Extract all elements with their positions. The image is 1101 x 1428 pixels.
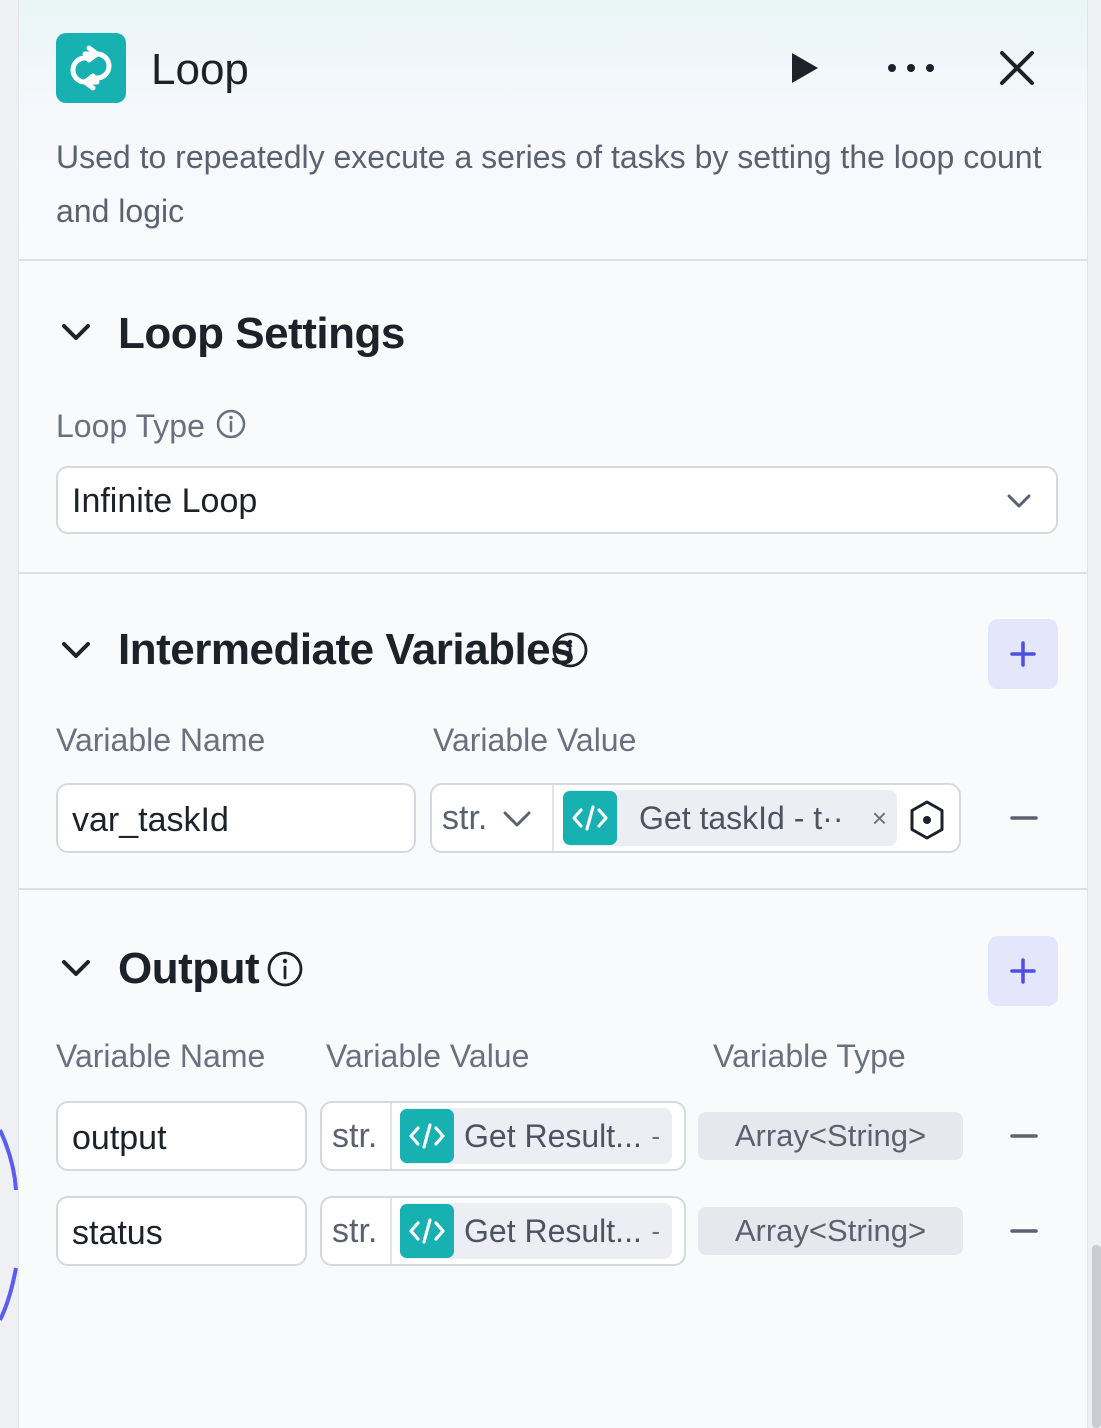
close-icon bbox=[1000, 51, 1034, 85]
variable-picker-icon[interactable] bbox=[906, 799, 948, 841]
remove-output-button[interactable] bbox=[1004, 1211, 1044, 1251]
value-type-text: str. bbox=[332, 1212, 378, 1250]
play-icon bbox=[792, 53, 818, 83]
value-type-text: str. bbox=[442, 799, 488, 837]
value-type-select[interactable]: str. bbox=[322, 1198, 392, 1264]
output-name-input[interactable]: status bbox=[56, 1196, 307, 1266]
info-icon[interactable] bbox=[551, 631, 589, 669]
reference-chip[interactable]: Get taskId - t·· × bbox=[563, 790, 897, 846]
clear-reference-button[interactable]: × bbox=[872, 803, 887, 834]
value-type-select[interactable]: str. bbox=[432, 785, 554, 851]
collapse-chevron-icon[interactable] bbox=[58, 632, 94, 668]
close-button[interactable] bbox=[987, 38, 1047, 98]
loop-arrows-icon bbox=[56, 33, 126, 103]
minus-icon bbox=[1010, 1229, 1038, 1233]
chevron-down-icon bbox=[503, 811, 531, 827]
section-divider bbox=[19, 888, 1087, 890]
add-output-variable-button[interactable] bbox=[988, 936, 1058, 1006]
info-icon[interactable] bbox=[215, 408, 247, 440]
node-title: Loop bbox=[151, 45, 249, 94]
remove-output-button[interactable] bbox=[1004, 1116, 1044, 1156]
reference-extra: - bbox=[651, 1215, 660, 1246]
variable-value-header: Variable Value bbox=[433, 722, 637, 758]
output-name-value: output bbox=[72, 1119, 167, 1157]
variable-value-field[interactable]: str. Get taskId - t·· × bbox=[430, 783, 961, 853]
intermediate-variables-title: Intermediate Variables bbox=[118, 625, 575, 674]
output-name-input[interactable]: output bbox=[56, 1101, 307, 1171]
variable-type-badge: Array<String> bbox=[698, 1207, 963, 1255]
loop-settings-title: Loop Settings bbox=[118, 309, 405, 358]
node-description: Used to repeatedly execute a series of t… bbox=[56, 139, 1042, 229]
reference-text: Get Result... bbox=[464, 1118, 642, 1154]
minus-icon bbox=[1010, 816, 1038, 820]
plus-icon bbox=[1010, 641, 1036, 667]
variable-name-input[interactable]: var_taskId bbox=[56, 783, 416, 853]
variable-name-header: Variable Name bbox=[56, 722, 266, 758]
collapse-chevron-icon[interactable] bbox=[58, 314, 94, 350]
loop-type-value: Infinite Loop bbox=[72, 482, 258, 520]
variable-name-header: Variable Name bbox=[56, 1038, 266, 1074]
code-icon bbox=[400, 1204, 454, 1258]
more-dots-icon bbox=[888, 64, 934, 72]
variable-type-header: Variable Type bbox=[713, 1038, 906, 1074]
panel-header: Loop Used to repeatedly execute a series… bbox=[19, 0, 1087, 261]
code-icon bbox=[400, 1109, 454, 1163]
collapse-chevron-icon[interactable] bbox=[58, 950, 94, 986]
variable-name-value: var_taskId bbox=[72, 801, 229, 839]
value-type-text: str. bbox=[332, 1117, 378, 1155]
reference-extra: - bbox=[651, 1120, 660, 1151]
minus-icon bbox=[1010, 1134, 1038, 1138]
run-button[interactable] bbox=[774, 38, 834, 98]
info-icon[interactable] bbox=[266, 950, 304, 988]
loop-node-panel: Loop Used to repeatedly execute a series… bbox=[18, 0, 1088, 1428]
reference-text: Get Result... bbox=[464, 1213, 642, 1249]
loop-type-label: Loop Type bbox=[56, 408, 205, 444]
add-intermediate-variable-button[interactable] bbox=[988, 619, 1058, 689]
plus-icon bbox=[1010, 958, 1036, 984]
reference-text: Get taskId - t·· bbox=[639, 800, 844, 836]
value-type-select[interactable]: str. bbox=[322, 1103, 392, 1169]
remove-variable-button[interactable] bbox=[1004, 798, 1044, 838]
output-title: Output bbox=[118, 944, 260, 993]
output-value-field[interactable]: str. Get Result... - bbox=[320, 1101, 686, 1171]
output-value-field[interactable]: str. Get Result... - bbox=[320, 1196, 686, 1266]
loop-type-select[interactable]: Infinite Loop bbox=[56, 466, 1058, 534]
scrollbar[interactable] bbox=[1092, 1245, 1101, 1428]
code-icon bbox=[563, 791, 617, 845]
reference-chip[interactable]: Get Result... - bbox=[400, 1203, 672, 1259]
more-options-button[interactable] bbox=[881, 38, 941, 98]
variable-value-header: Variable Value bbox=[326, 1038, 530, 1074]
variable-type-badge: Array<String> bbox=[698, 1112, 963, 1160]
reference-chip[interactable]: Get Result... - bbox=[400, 1108, 672, 1164]
section-divider bbox=[19, 572, 1087, 574]
chevron-down-icon bbox=[1007, 494, 1031, 508]
output-name-value: status bbox=[72, 1214, 163, 1252]
